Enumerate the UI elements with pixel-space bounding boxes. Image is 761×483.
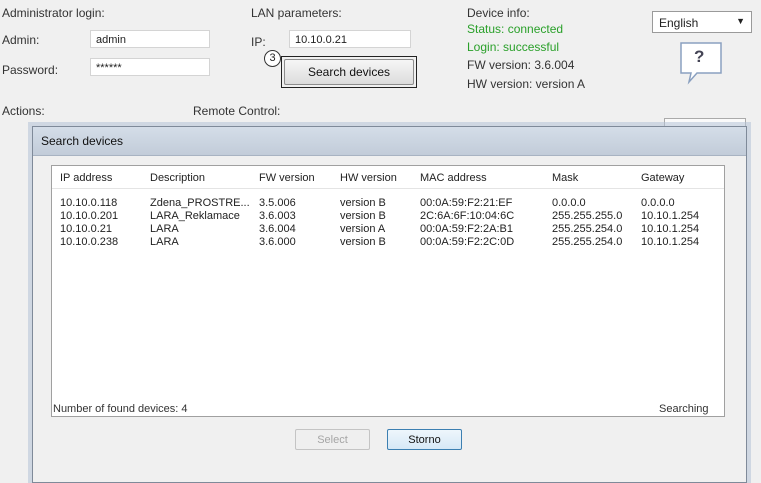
cell-ip: 10.10.0.238 bbox=[60, 236, 119, 248]
cell-description: LARA_Reklamace bbox=[150, 210, 240, 222]
cell-ip: 10.10.0.201 bbox=[60, 210, 119, 222]
cell-mac: 2C:6A:6F:10:04:6C bbox=[420, 210, 515, 222]
cell-mac: 00:0A:59:F2:21:EF bbox=[420, 197, 513, 209]
column-header-ip[interactable]: IP address bbox=[60, 172, 112, 184]
language-selected: English bbox=[659, 16, 699, 30]
cell-description: Zdena_PROSTRE... bbox=[150, 197, 250, 209]
cell-fw: 3.6.004 bbox=[259, 223, 296, 235]
password-label: Password: bbox=[2, 63, 59, 77]
cell-fw: 3.5.006 bbox=[259, 197, 296, 209]
help-button[interactable]: ? bbox=[677, 41, 725, 85]
admin-input[interactable]: admin bbox=[90, 30, 210, 48]
ip-input[interactable]: 10.10.0.21 bbox=[289, 30, 411, 48]
list-header: IP address Description FW version HW ver… bbox=[52, 166, 724, 189]
column-header-hw[interactable]: HW version bbox=[340, 172, 397, 184]
fw-version-text: FW version: 3.6.004 bbox=[467, 58, 575, 72]
callout-badge: 3 bbox=[264, 50, 281, 67]
ip-label: IP: bbox=[251, 35, 266, 49]
help-label: ? bbox=[694, 47, 705, 66]
cell-hw: version A bbox=[340, 223, 386, 235]
cell-hw: version B bbox=[340, 197, 386, 209]
table-row[interactable]: 10.10.0.201 LARA_Reklamace 3.6.003 versi… bbox=[52, 210, 724, 223]
cell-fw: 3.6.003 bbox=[259, 210, 296, 222]
cell-mac: 00:0A:59:F2:2C:0D bbox=[420, 236, 515, 248]
table-row[interactable]: 10.10.0.238 LARA 3.6.000 version B 00:0A… bbox=[52, 236, 724, 249]
status-text: Status: connected bbox=[467, 22, 564, 36]
column-header-description[interactable]: Description bbox=[150, 172, 205, 184]
cell-mask: 255.255.255.0 bbox=[552, 210, 623, 222]
cell-fw: 3.6.000 bbox=[259, 236, 296, 248]
cell-hw: version B bbox=[340, 210, 386, 222]
cell-mask: 0.0.0.0 bbox=[552, 197, 586, 209]
dialog-title-bar: Search devices bbox=[33, 127, 746, 156]
admin-label: Admin: bbox=[2, 33, 40, 47]
column-header-mask[interactable]: Mask bbox=[552, 172, 578, 184]
cell-gateway: 10.10.1.254 bbox=[641, 210, 700, 222]
cell-gateway: 10.10.1.254 bbox=[641, 223, 700, 235]
search-devices-dialog: Search devices IP address Description FW… bbox=[32, 126, 747, 483]
dialog-title: Search devices bbox=[41, 134, 124, 148]
hw-version-text: HW version: version A bbox=[467, 77, 586, 91]
main-window: Administrator login: Admin: admin Passwo… bbox=[0, 0, 761, 127]
cell-mask: 255.255.254.0 bbox=[552, 223, 623, 235]
login-status-text: Login: successful bbox=[467, 40, 560, 54]
column-header-mac[interactable]: MAC address bbox=[420, 172, 487, 184]
device-list[interactable]: IP address Description FW version HW ver… bbox=[51, 165, 725, 417]
admin-login-heading: Administrator login: bbox=[2, 6, 105, 20]
password-input[interactable]: ****** bbox=[90, 58, 210, 76]
cell-ip: 10.10.0.118 bbox=[60, 197, 118, 209]
language-select[interactable]: English ▼ bbox=[652, 11, 752, 33]
select-button[interactable]: Select bbox=[295, 429, 370, 450]
column-header-fw[interactable]: FW version bbox=[259, 172, 315, 184]
actions-label: Actions: bbox=[2, 104, 45, 118]
cell-description: LARA bbox=[150, 236, 179, 248]
found-devices-count: Number of found devices: 4 bbox=[53, 403, 188, 415]
cell-ip: 10.10.0.21 bbox=[60, 223, 112, 235]
cell-gateway: 10.10.1.254 bbox=[641, 236, 700, 248]
cell-hw: version B bbox=[340, 236, 386, 248]
cell-gateway: 0.0.0.0 bbox=[641, 197, 675, 209]
column-header-gateway[interactable]: Gateway bbox=[641, 172, 684, 184]
remote-control-label: Remote Control: bbox=[193, 104, 281, 118]
device-info-heading: Device info: bbox=[467, 6, 530, 20]
cell-mask: 255.255.254.0 bbox=[552, 236, 623, 248]
table-row[interactable]: 10.10.0.118 Zdena_PROSTRE... 3.5.006 ver… bbox=[52, 197, 724, 210]
cell-mac: 00:0A:59:F2:2A:B1 bbox=[420, 223, 513, 235]
table-row[interactable]: 10.10.0.21 LARA 3.6.004 version A 00:0A:… bbox=[52, 223, 724, 236]
searching-status: Searching bbox=[659, 403, 709, 415]
storno-button[interactable]: Storno bbox=[387, 429, 462, 450]
search-devices-button[interactable]: Search devices bbox=[284, 59, 414, 85]
chevron-down-icon: ▼ bbox=[736, 16, 745, 26]
lan-heading: LAN parameters: bbox=[251, 6, 342, 20]
cell-description: LARA bbox=[150, 223, 179, 235]
